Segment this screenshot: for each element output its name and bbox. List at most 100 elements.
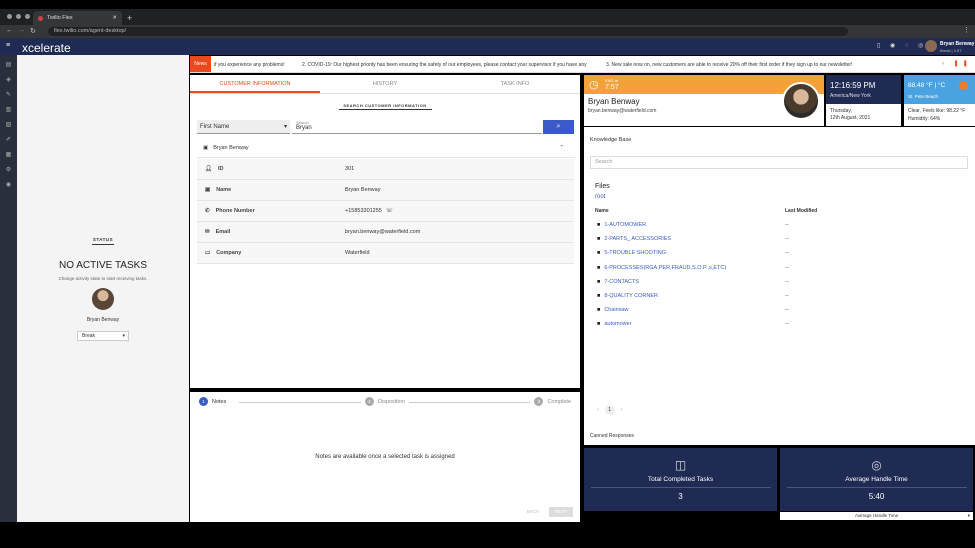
canned-responses[interactable]: Canned Responses xyxy=(584,429,975,445)
file-modified: -- xyxy=(785,264,789,271)
field-value: +15853301255 xyxy=(345,208,382,214)
browser-tab[interactable]: Twilio Flex ✕ xyxy=(33,11,122,25)
page-number[interactable]: 1 xyxy=(604,405,615,415)
nav-power-icon[interactable]: ◉ xyxy=(6,181,11,188)
maximize-window-dot[interactable] xyxy=(25,14,30,19)
field-value: Waterfield xyxy=(345,250,370,256)
stat-value: 3 xyxy=(678,492,683,501)
customer-name: Bryan Benway xyxy=(213,144,249,151)
nav-settings-icon[interactable]: ⚙ xyxy=(6,166,11,173)
status-panel: STATUS NO ACTIVE TASKS Change activity s… xyxy=(17,55,189,522)
stats-select[interactable]: Average Handle Time ▾ xyxy=(780,512,973,520)
kb-search-input[interactable]: Search xyxy=(590,156,968,169)
step-disposition[interactable]: 2 Disposition xyxy=(361,397,409,406)
clock-time: 12:16:59 PM xyxy=(830,81,876,90)
file-modified: -- xyxy=(785,236,789,243)
step-label: Disposition xyxy=(378,398,405,405)
id-icon: 👤︎ xyxy=(205,166,212,172)
file-modified: -- xyxy=(785,293,789,300)
list-item[interactable]: ■ 1-AUTOMOWER -- xyxy=(597,218,968,232)
tab-favicon-icon xyxy=(38,15,43,21)
timer-value: 7:57 xyxy=(605,84,619,91)
forward-icon[interactable]: → xyxy=(18,27,25,34)
next-button[interactable]: NEXT xyxy=(549,507,573,517)
tab-history[interactable]: HISTORY xyxy=(320,75,450,93)
file-modified: -- xyxy=(785,222,789,229)
customer-accordion[interactable]: ▣ Bryan Benway ⌃ xyxy=(197,138,574,158)
browser-tab-strip xyxy=(0,9,975,25)
tab-customer-information[interactable]: CUSTOMER INFORMATION xyxy=(190,75,320,93)
ticker-controls[interactable]: ‹ ❚❚ › xyxy=(942,60,975,67)
status-underline xyxy=(92,244,114,245)
field-row-phone: ✆ Phone Number +15853301255 ☏ xyxy=(197,201,574,222)
address-bar[interactable]: flex.twilio.com/agent-desktop/ xyxy=(48,27,848,36)
user-status: Break | 1:57 xyxy=(940,48,962,53)
tab-task-info[interactable]: TASK INFO xyxy=(450,75,580,93)
search-field-value: First Name xyxy=(200,124,230,130)
tab-close-icon[interactable]: ✕ xyxy=(112,15,117,21)
list-item[interactable]: ■ Chainsaw -- xyxy=(597,303,968,317)
hamburger-menu-icon[interactable]: ≡ xyxy=(6,42,10,49)
stats-select-value: Average Handle Time xyxy=(854,513,899,518)
files-header: Name Last Modified xyxy=(595,208,968,214)
file-name: 2-PARTS_ ACCESSORIES xyxy=(604,236,672,243)
file-modified: -- xyxy=(785,321,789,328)
search-field-select[interactable]: First Name ▾ xyxy=(197,120,290,134)
search-button[interactable]: ⌕ xyxy=(543,120,574,134)
side-nav: ▤ ◈ ✎ ▥ ▧ ✐ ▦ ⚙ ◉ xyxy=(0,55,17,522)
window-controls[interactable] xyxy=(7,14,30,19)
company-icon: ▭ xyxy=(205,250,211,256)
new-tab-icon[interactable]: + xyxy=(127,13,132,23)
field-label: Email xyxy=(215,229,231,235)
file-modified: -- xyxy=(785,250,789,257)
field-row-company: ▭ Company Waterfield xyxy=(197,243,574,264)
list-item[interactable]: ■ 6-PROCESSES(RGA,PER,FRAUD,S.O.P.,s,ETC)… xyxy=(597,261,968,275)
nav-notes-icon[interactable]: ▦ xyxy=(6,151,12,158)
prev-page-icon[interactable]: ‹ xyxy=(597,407,599,413)
nav-tasks-icon[interactable]: ▤ xyxy=(6,61,12,68)
chevron-up-icon[interactable]: ⌃ xyxy=(559,145,564,151)
timer-icon: ◎ xyxy=(871,458,882,472)
pagination: ‹ 1 › xyxy=(597,405,622,415)
nav-layers-icon[interactable]: ◈ xyxy=(6,76,11,83)
reload-icon[interactable]: ↻ xyxy=(30,27,36,35)
file-name: 5-TROUBLE SHOOTING xyxy=(604,250,667,257)
nav-reports-icon[interactable]: ▧ xyxy=(6,121,12,128)
step-number: 3 xyxy=(534,397,544,406)
root-breadcrumb[interactable]: root xyxy=(595,194,605,200)
list-item[interactable]: ■ 2-PARTS_ ACCESSORIES -- xyxy=(597,232,968,246)
list-item[interactable]: ■ 7-CONTACTS -- xyxy=(597,275,968,289)
stat-label: Average Handle Time xyxy=(845,476,908,483)
avatar[interactable] xyxy=(925,40,937,52)
nav-edit-icon[interactable]: ✐ xyxy=(6,136,11,143)
header-icons[interactable]: ▯ ◉ ◌ ◎ xyxy=(877,42,927,49)
field-row-name: ▣ Name Bryan Benway xyxy=(197,180,574,201)
close-window-dot[interactable] xyxy=(7,14,12,19)
list-item[interactable]: ■ 5-TROUBLE SHOOTING -- xyxy=(597,246,968,260)
browser-menu-icon[interactable]: ⋮ xyxy=(963,26,970,34)
nav-inbox-icon[interactable]: ▥ xyxy=(6,106,12,113)
agent-name: Bryan Benway xyxy=(86,317,120,323)
call-icon[interactable]: ☏ xyxy=(386,208,393,214)
clock-date: 12th August, 2021 xyxy=(830,115,871,121)
next-page-icon[interactable]: › xyxy=(621,407,623,413)
field-row-id: 👤︎ ID 301 xyxy=(197,159,574,180)
col-modified: Last Modified xyxy=(785,208,818,214)
search-input[interactable]: Search Bryan xyxy=(292,120,542,134)
list-item[interactable]: ■ automower -- xyxy=(597,317,968,331)
activity-select[interactable]: Break ▾ xyxy=(77,331,129,341)
status-heading: STATUS xyxy=(92,237,114,242)
field-label: ID xyxy=(217,166,224,172)
back-button[interactable]: BACK xyxy=(527,509,539,514)
notes-message: Notes are available once a selected task… xyxy=(315,454,455,460)
back-icon[interactable]: ← xyxy=(6,27,13,34)
minimize-window-dot[interactable] xyxy=(16,14,21,19)
step-complete[interactable]: 3 Complete xyxy=(530,397,571,406)
app-logo: xcelerate xyxy=(22,41,71,55)
nav-icons[interactable]: ▤ ◈ ✎ ▥ ▧ ✐ ▦ ⚙ ◉ xyxy=(0,55,17,188)
nav-queues-icon[interactable]: ✎ xyxy=(6,91,11,98)
list-item[interactable]: ■ 8-QUALITY CORNER -- xyxy=(597,289,968,303)
ticker-item: if you experience any problems! xyxy=(214,62,285,68)
field-label: Name xyxy=(216,187,232,193)
step-notes[interactable]: 1 Notes xyxy=(199,397,231,406)
